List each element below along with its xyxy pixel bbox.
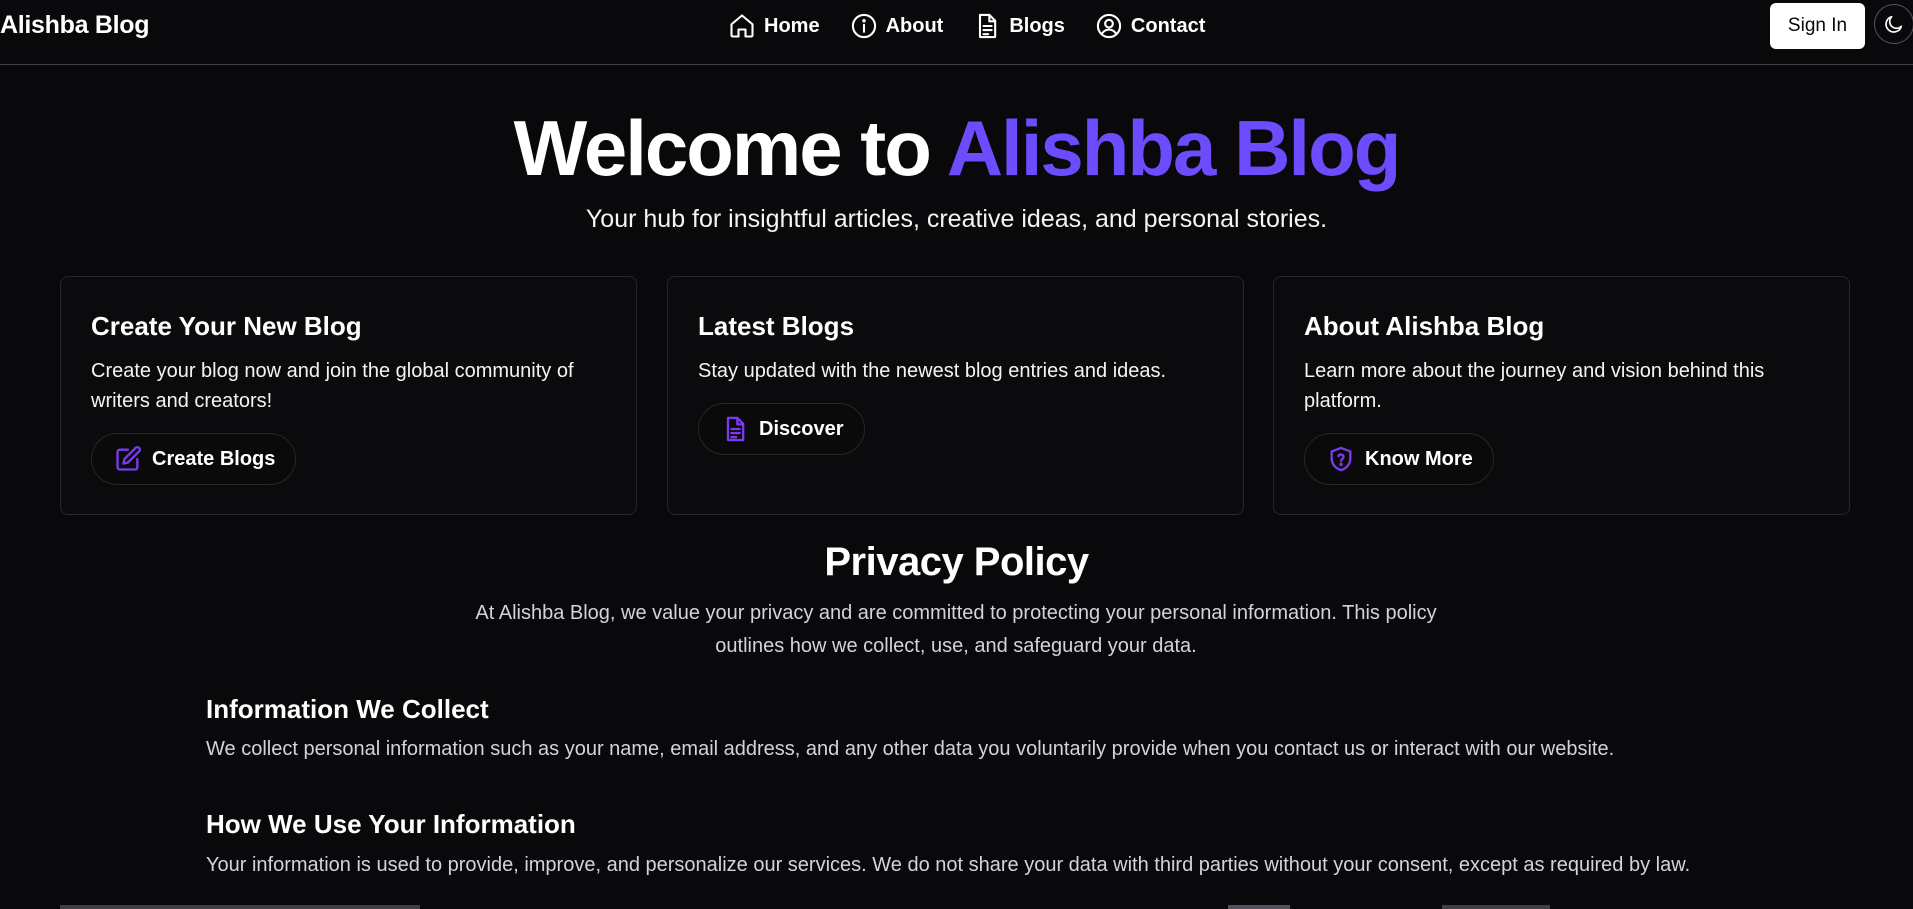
hero-title-accent: Alishba Blog (946, 104, 1402, 192)
create-blogs-button[interactable]: Create Blogs (91, 433, 297, 485)
nav-home[interactable]: Home (728, 12, 820, 40)
know-more-button[interactable]: Know More (1304, 433, 1494, 485)
next-card-edge (60, 905, 420, 909)
home-icon (730, 14, 754, 38)
discover-button[interactable]: Discover (698, 403, 865, 455)
nav-about[interactable]: About (850, 12, 944, 40)
document-icon (979, 13, 997, 39)
edit-icon (116, 446, 141, 471)
card-title: Create Your New Blog (91, 311, 362, 341)
hero-title-prefix: Welcome to (513, 104, 947, 192)
section-text: Your information is used to provide, imp… (206, 854, 1691, 876)
nav-contact[interactable]: Contact (1095, 12, 1205, 40)
shield-question-icon (1330, 446, 1352, 472)
brand-logo[interactable]: Alishba Blog (0, 11, 149, 40)
hero-subtitle: Your hub for insightful articles, creati… (585, 205, 1328, 233)
card-text: Learn more about the journey and vision … (1304, 360, 1765, 412)
about-blog-card: About Alishba Blog Learn more about the … (1273, 276, 1850, 515)
info-icon (851, 13, 876, 39)
card-text: Create your blog now and join the global… (91, 360, 574, 412)
privacy-policy-title: Privacy Policy (824, 540, 1089, 584)
card-title: About Alishba Blog (1304, 311, 1545, 341)
nav-blogs[interactable]: Blogs (973, 12, 1065, 40)
privacy-policy-intro: At Alishba Blog, we value your privacy a… (475, 602, 1437, 657)
nav-home-label: Home (764, 14, 820, 37)
discover-button-label: Discover (759, 417, 844, 440)
next-card-edge (1228, 905, 1290, 909)
nav-about-label: About (885, 14, 944, 37)
document-icon (726, 416, 745, 442)
create-blog-card: Create Your New Blog Create your blog no… (60, 276, 637, 515)
section-heading: How We Use Your Information (206, 809, 576, 839)
theme-toggle-button[interactable] (1874, 4, 1913, 44)
nav-blogs-label: Blogs (1009, 14, 1065, 37)
hero-title: Welcome to Alishba Blog (0, 103, 1913, 193)
user-circle-icon (1096, 13, 1122, 39)
sign-in-button[interactable]: Sign In (1770, 3, 1865, 49)
main-nav: Home About Blogs Contact (728, 8, 1205, 44)
next-card-edge (1442, 905, 1550, 909)
top-navbar: Alishba Blog Home About Blogs Contact Si… (0, 0, 1913, 65)
card-text: Stay updated with the newest blog entrie… (698, 360, 1167, 382)
section-text: We collect personal information such as … (206, 738, 1615, 760)
card-title: Latest Blogs (698, 311, 855, 341)
section-heading: Information We Collect (206, 694, 489, 724)
moon-icon (1885, 15, 1903, 33)
know-more-button-label: Know More (1365, 447, 1473, 470)
nav-contact-label: Contact (1130, 14, 1206, 37)
create-blogs-button-label: Create Blogs (152, 447, 276, 470)
latest-blogs-card: Latest Blogs Stay updated with the newes… (667, 276, 1244, 515)
